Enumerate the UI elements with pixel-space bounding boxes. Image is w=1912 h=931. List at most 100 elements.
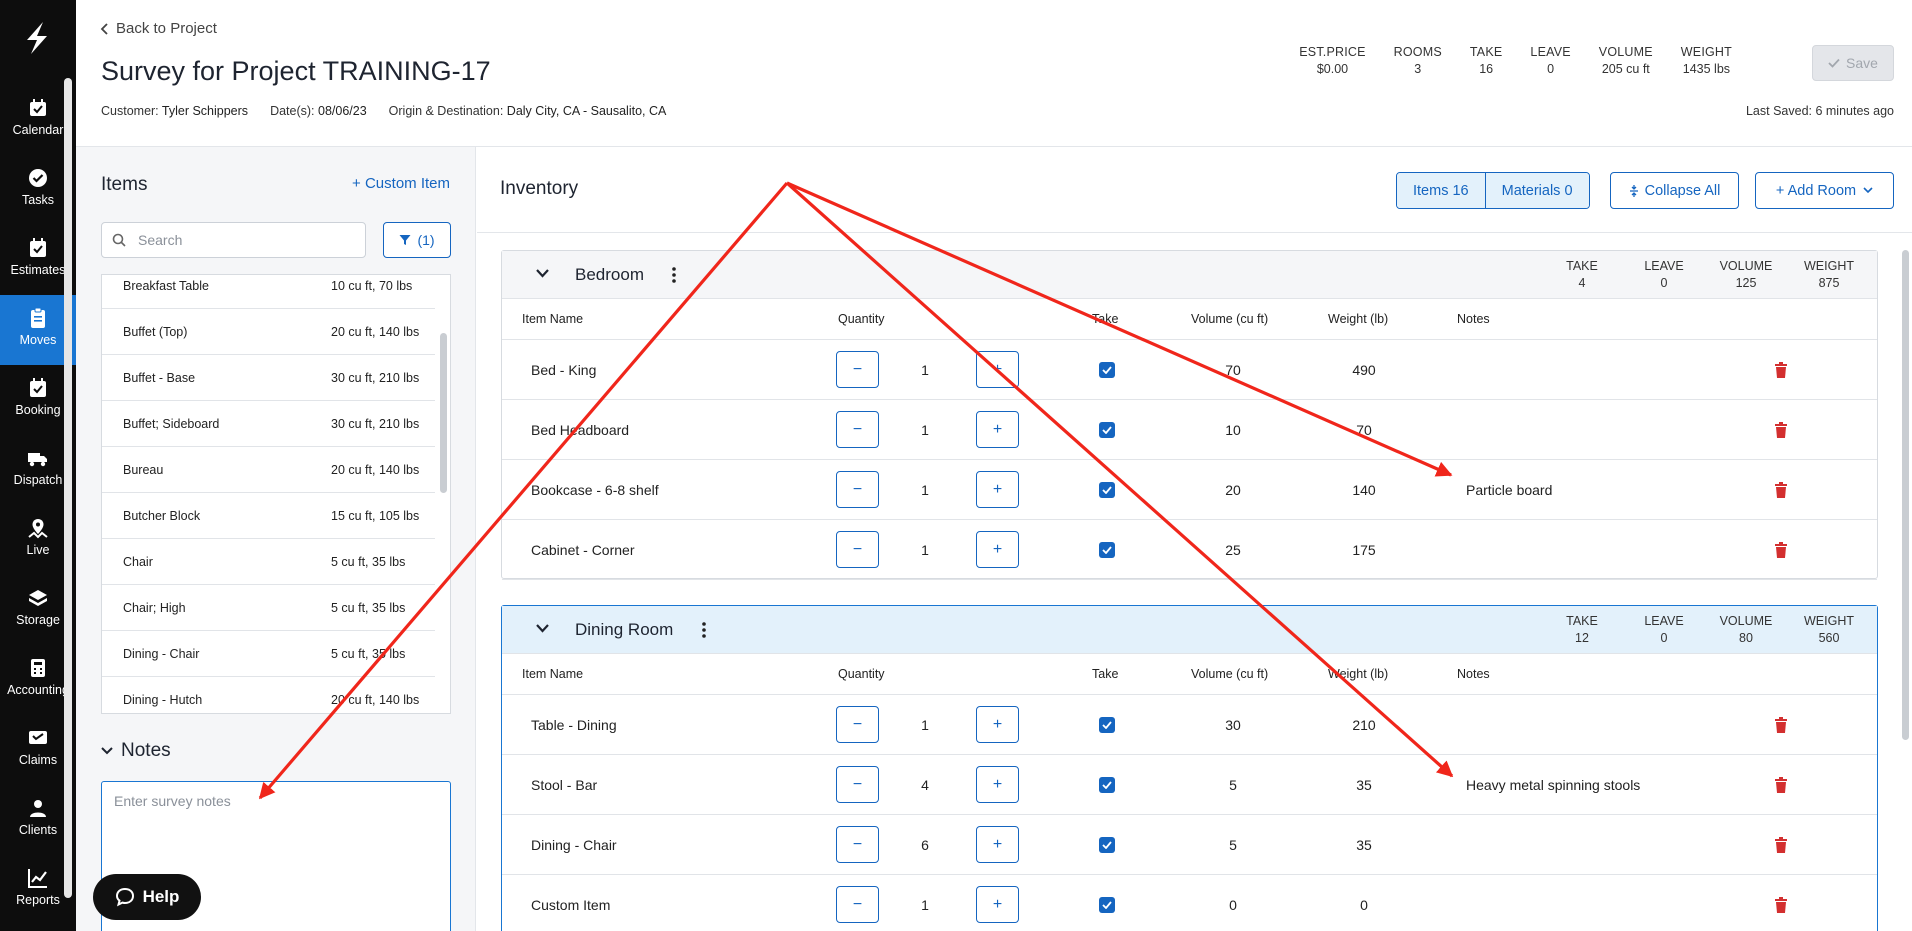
check-icon (1102, 721, 1112, 729)
room-header[interactable]: Bedroom TAKE 4 LEAVE 0 VOLUME 125 WEIGHT 875 (502, 251, 1877, 299)
col-weight: Weight (lb) (1328, 667, 1389, 681)
tab-materials[interactable]: Materials 0 (1484, 173, 1589, 208)
catalog-item[interactable]: Breakfast Table 10 cu ft, 70 lbs (102, 275, 435, 309)
take-checkbox[interactable] (1099, 777, 1115, 793)
decrement-button[interactable]: − (836, 766, 879, 803)
take-checkbox[interactable] (1099, 482, 1115, 498)
room-stat-volume: VOLUME 80 (1711, 614, 1781, 645)
take-checkbox[interactable] (1099, 362, 1115, 378)
room-header[interactable]: Dining Room TAKE 12 LEAVE 0 VOLUME 80 WEIGHT 560 (502, 606, 1877, 654)
notes-toggle[interactable]: Notes (101, 740, 171, 762)
room-stat-value: 0 (1660, 276, 1668, 290)
catalog-item[interactable]: Bureau 20 cu ft, 140 lbs (102, 447, 435, 493)
item-weight: 70 (1356, 421, 1372, 438)
tab-items[interactable]: Items 16 (1397, 173, 1485, 208)
room-stat-value: 4 (1578, 276, 1586, 290)
item-notes[interactable]: Particle board (1466, 482, 1552, 498)
item-quantity: 1 (921, 361, 929, 378)
decrement-button[interactable]: − (836, 411, 879, 448)
trash-icon[interactable] (1774, 542, 1788, 558)
catalog-item[interactable]: Butcher Block 15 cu ft, 105 lbs (102, 493, 435, 539)
chevron-down-icon[interactable] (536, 624, 549, 633)
collapse-all-button[interactable]: Collapse All (1610, 172, 1739, 209)
search-input[interactable] (138, 230, 348, 250)
chart-icon (28, 869, 47, 888)
trash-icon[interactable] (1774, 422, 1788, 438)
decrement-button[interactable]: − (836, 471, 879, 508)
catalog-item[interactable]: Dining - Hutch 20 cu ft, 140 lbs (102, 677, 435, 713)
col-quantity: Quantity (838, 667, 885, 681)
room-stat-label: LEAVE (1644, 259, 1684, 273)
item-quantity: 1 (921, 896, 929, 913)
stat-value: 16 (1479, 62, 1494, 76)
app-logo-icon[interactable] (19, 20, 55, 56)
catalog-item-spec: 5 cu ft, 35 lbs (331, 600, 406, 615)
increment-button[interactable]: + (976, 706, 1019, 743)
trash-icon[interactable] (1774, 362, 1788, 378)
increment-button[interactable]: + (976, 351, 1019, 388)
nav-scrollbar[interactable] (64, 78, 72, 898)
catalog-item[interactable]: Chair; High 5 cu ft, 35 lbs (102, 585, 435, 631)
chat-bubble-icon (115, 887, 134, 907)
item-volume: 30 (1225, 716, 1241, 733)
catalog-item[interactable]: Buffet; Sideboard 30 cu ft, 210 lbs (102, 401, 435, 447)
check-icon (1828, 58, 1840, 68)
left-nav: Calendar Tasks Estimates Moves Booking Dispat… (0, 0, 76, 931)
room-stat-label: LEAVE (1644, 614, 1684, 628)
help-button[interactable]: Help (93, 874, 201, 920)
save-label: Save (1846, 55, 1878, 71)
take-checkbox[interactable] (1099, 897, 1115, 913)
last-saved: Last Saved: 6 minutes ago (1745, 104, 1894, 118)
filter-count: (1) (417, 232, 435, 248)
trash-icon[interactable] (1774, 717, 1788, 733)
catalog-item[interactable]: Buffet - Base 30 cu ft, 210 lbs (102, 355, 435, 401)
save-button[interactable]: Save (1812, 45, 1894, 81)
room-stat-label: TAKE (1566, 614, 1598, 628)
chevron-down-icon[interactable] (536, 269, 549, 278)
increment-button[interactable]: + (976, 411, 1019, 448)
survey-stats: EST.PRICE $0.00 ROOMS 3 TAKE 16 LEAVE 0 VOLUME 20… (1271, 45, 1732, 76)
increment-button[interactable]: + (976, 826, 1019, 863)
increment-button[interactable]: + (976, 471, 1019, 508)
item-name: Bookcase - 6-8 shelf (531, 481, 659, 498)
increment-button[interactable]: + (976, 766, 1019, 803)
room-stat-weight: WEIGHT 560 (1794, 614, 1864, 645)
trash-icon[interactable] (1774, 777, 1788, 793)
room-stat-value: 80 (1739, 631, 1753, 645)
custom-item-button[interactable]: + Custom Item (352, 175, 450, 192)
stat-leave: LEAVE 0 (1530, 45, 1570, 76)
increment-button[interactable]: + (976, 886, 1019, 923)
catalog-item-spec: 20 cu ft, 140 lbs (331, 462, 420, 477)
take-checkbox[interactable] (1099, 717, 1115, 733)
take-checkbox[interactable] (1099, 837, 1115, 853)
help-label: Help (142, 887, 180, 906)
decrement-button[interactable]: − (836, 886, 879, 923)
take-checkbox[interactable] (1099, 542, 1115, 558)
take-checkbox[interactable] (1099, 422, 1115, 438)
chevron-down-icon (101, 747, 113, 755)
item-weight: 35 (1356, 776, 1372, 793)
catalog-item-name: Chair (123, 554, 153, 569)
item-search[interactable] (101, 222, 366, 258)
inventory-scrollbar[interactable] (1902, 250, 1909, 740)
more-options-icon[interactable] (672, 267, 676, 283)
catalog-item[interactable]: Buffet (Top) 20 cu ft, 140 lbs (102, 309, 435, 355)
map-icon (28, 519, 48, 539)
back-to-project-link[interactable]: Back to Project (100, 20, 217, 37)
decrement-button[interactable]: − (836, 826, 879, 863)
filter-button[interactable]: (1) (383, 222, 451, 258)
increment-button[interactable]: + (976, 531, 1019, 568)
catalog-item[interactable]: Dining - Chair 5 cu ft, 35 lbs (102, 631, 435, 677)
stat-value: 205 cu ft (1601, 62, 1650, 76)
trash-icon[interactable] (1774, 482, 1788, 498)
decrement-button[interactable]: − (836, 351, 879, 388)
item-list-scrollbar[interactable] (440, 333, 447, 493)
trash-icon[interactable] (1774, 897, 1788, 913)
catalog-item[interactable]: Chair 5 cu ft, 35 lbs (102, 539, 435, 585)
more-options-icon[interactable] (702, 622, 706, 638)
add-room-button[interactable]: + Add Room (1755, 172, 1894, 209)
decrement-button[interactable]: − (836, 706, 879, 743)
trash-icon[interactable] (1774, 837, 1788, 853)
decrement-button[interactable]: − (836, 531, 879, 568)
item-notes[interactable]: Heavy metal spinning stools (1466, 777, 1640, 793)
